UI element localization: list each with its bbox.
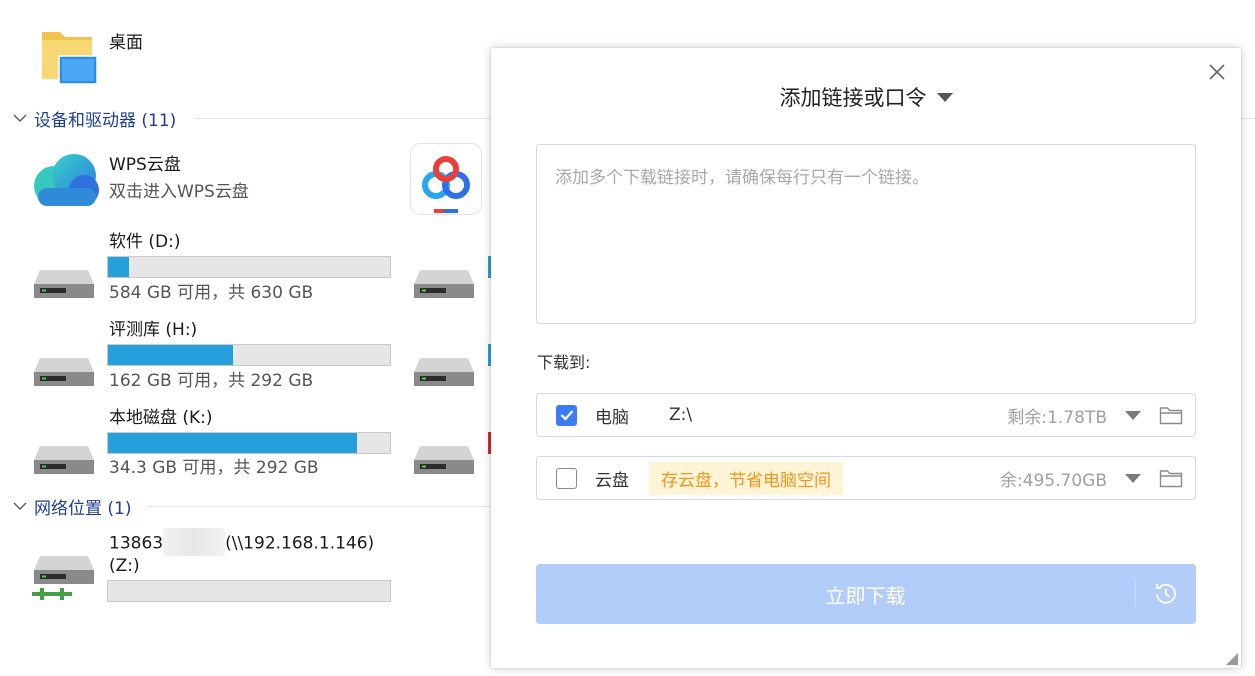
devices-section-header[interactable]: 设备和驱动器 (11) bbox=[10, 106, 1255, 131]
baidu-netdisk-icon[interactable] bbox=[410, 143, 482, 215]
option-pc[interactable]: 电脑 Z:\ 剩余:1.78TB bbox=[536, 393, 1196, 437]
drive-usage-bar bbox=[107, 432, 391, 454]
add-link-dialog: 添加链接或口令 下载到: 电脑 Z:\ 剩余:1.78TB 云盘 存云盘，节省电… bbox=[491, 48, 1241, 668]
drive-space: 162 GB 可用，共 292 GB bbox=[109, 371, 314, 391]
redacted-block bbox=[163, 528, 226, 556]
wps-cloud-icon bbox=[34, 154, 99, 206]
download-to-label: 下载到: bbox=[537, 353, 591, 372]
cloud-dropdown-icon[interactable] bbox=[1125, 473, 1141, 483]
partial-icon-top bbox=[422, 0, 452, 4]
hard-drive-icon bbox=[34, 446, 94, 474]
network-drive-name: 13863 (\\192.168.1.146) bbox=[109, 528, 374, 556]
drive-name: 软件 (D:) bbox=[109, 232, 181, 252]
network-drive-letter: (Z:) bbox=[109, 556, 140, 576]
cloud-remaining: 余:495.70GB bbox=[999, 470, 1107, 491]
check-icon bbox=[560, 410, 573, 421]
drive-usage-fill bbox=[108, 345, 234, 365]
drive-usage-bar bbox=[107, 256, 391, 278]
cloud-tip-badge: 存云盘，节省电脑空间 bbox=[649, 461, 843, 495]
pc-checkbox[interactable] bbox=[556, 404, 577, 426]
drive-usage-fill bbox=[108, 433, 357, 453]
clock-icon bbox=[1156, 583, 1176, 604]
network-drive-icon bbox=[32, 556, 94, 600]
drive-usage-bar bbox=[107, 580, 391, 602]
drive-usage-fill bbox=[108, 257, 129, 277]
drive-name: 本地磁盘 (K:) bbox=[109, 408, 213, 428]
drive-space: 584 GB 可用，共 630 GB bbox=[109, 283, 314, 303]
partial-icon-top bbox=[44, 0, 74, 4]
cloud-checkbox[interactable] bbox=[556, 467, 577, 489]
drive-usage-bar bbox=[107, 344, 391, 366]
option-cloud[interactable]: 云盘 存云盘，节省电脑空间 余:495.70GB bbox=[536, 456, 1196, 500]
download-now-label: 立即下载 bbox=[825, 583, 906, 608]
desktop-folder-icon bbox=[42, 32, 98, 85]
chevron-down-icon bbox=[13, 114, 27, 122]
resize-grip-icon[interactable] bbox=[1226, 653, 1238, 665]
dialog-title-text: 添加链接或口令 bbox=[779, 86, 927, 110]
caret-down-icon bbox=[936, 92, 953, 102]
close-icon[interactable] bbox=[1207, 62, 1227, 82]
network-section-header[interactable]: 网络位置 (1) bbox=[10, 494, 1216, 519]
link-input[interactable] bbox=[536, 144, 1196, 324]
wps-cloud-desc: 双击进入WPS云盘 bbox=[109, 182, 249, 202]
download-now-button[interactable]: 立即下载 bbox=[536, 564, 1196, 624]
network-section-title: 网络位置 (1) bbox=[34, 498, 132, 519]
hard-drive-icon[interactable] bbox=[412, 264, 476, 304]
pc-label: 电脑 bbox=[595, 407, 629, 428]
devices-section-title: 设备和驱动器 (11) bbox=[34, 110, 177, 131]
desktop-label: 桌面 bbox=[109, 33, 143, 53]
cloud-label: 云盘 bbox=[595, 470, 629, 491]
partial-icon-top bbox=[806, 0, 836, 4]
chevron-down-icon bbox=[13, 502, 27, 510]
pc-remaining: 剩余:1.78TB bbox=[1007, 407, 1107, 428]
hard-drive-icon bbox=[34, 270, 94, 298]
folder-icon[interactable] bbox=[1159, 405, 1183, 425]
dialog-title[interactable]: 添加链接或口令 bbox=[491, 82, 1241, 112]
drive-space: 34.3 GB 可用，共 292 GB bbox=[109, 458, 319, 478]
hard-drive-icon bbox=[34, 358, 94, 386]
schedule-download-button[interactable] bbox=[1136, 581, 1196, 607]
drive-name: 评测库 (H:) bbox=[109, 320, 198, 340]
hard-drive-icon[interactable] bbox=[412, 440, 476, 480]
pc-path: Z:\ bbox=[669, 405, 693, 425]
wps-cloud-name: WPS云盘 bbox=[109, 155, 181, 175]
folder-icon[interactable] bbox=[1159, 468, 1183, 488]
pc-dropdown-icon[interactable] bbox=[1125, 410, 1141, 420]
hard-drive-icon[interactable] bbox=[412, 352, 476, 392]
